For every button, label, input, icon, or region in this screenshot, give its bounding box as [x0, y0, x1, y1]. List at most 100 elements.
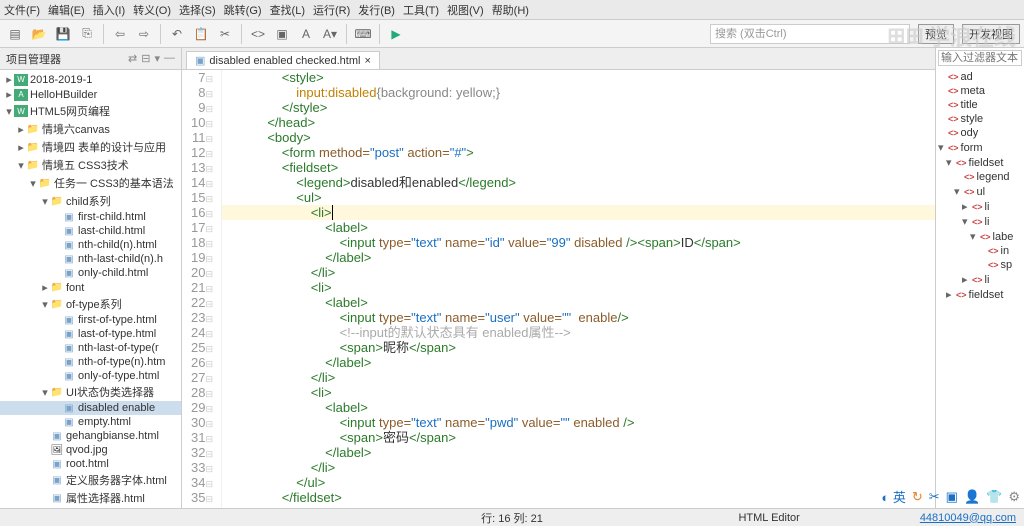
outline-item[interactable]: ▸<>li — [938, 199, 1022, 214]
tree-item[interactable]: ▾WHTML5网页编程 — [0, 102, 181, 120]
outline-item[interactable]: ▾<>li — [938, 214, 1022, 229]
shirt-icon[interactable]: 👕 — [986, 489, 1002, 505]
run-icon[interactable]: ▶ — [385, 23, 407, 45]
menu-item[interactable]: 视图(V) — [447, 2, 484, 18]
menu-item[interactable]: 跳转(G) — [224, 2, 262, 18]
outline-item[interactable]: ▾<>fieldset — [938, 155, 1022, 170]
ime-icon[interactable]: ◐ 英 — [881, 487, 905, 506]
tree-item[interactable]: ▣nth-of-type(n).htm — [0, 355, 181, 369]
tree-item[interactable]: ▸W2018-2019-1 — [0, 72, 181, 87]
menu-item[interactable]: 编辑(E) — [48, 2, 85, 18]
tree-item[interactable]: ▣nth-last-of-type(r — [0, 341, 181, 355]
tree-item[interactable]: ▸📁情境六canvas — [0, 120, 181, 138]
email-link[interactable]: 44810049@qq.com — [920, 512, 1016, 524]
img-icon[interactable]: ▣ — [271, 23, 293, 45]
menu-item[interactable]: 查找(L) — [270, 2, 305, 18]
outline-filter[interactable] — [938, 50, 1022, 66]
user-icon[interactable]: 👤 — [964, 489, 980, 505]
save-icon[interactable]: 💾 — [52, 23, 74, 45]
cut-tray-icon[interactable]: ✂ — [929, 489, 940, 505]
tree-item[interactable]: ▣伪对象选择器.html — [0, 507, 181, 508]
outline-item[interactable]: <>title — [938, 98, 1022, 112]
toolbar: ▤ 📂 💾 ⎘ ⇦ ⇨ ↶ 📋 ✂ <> ▣ A A▾ ⌨ ▶ 搜索 (双击Ct… — [0, 20, 1024, 48]
outline-item[interactable]: <>meta — [938, 84, 1022, 98]
menu-item[interactable]: 选择(S) — [179, 2, 216, 18]
collapse-icon[interactable]: ⊟ — [141, 52, 150, 65]
tag-icon[interactable]: <> — [247, 23, 269, 45]
editor-area: ▣ disabled enabled checked.html × 7⊟8⊟9⊟… — [182, 48, 936, 508]
outline-item[interactable]: ▸<>fieldset — [938, 287, 1022, 302]
tree-item[interactable]: ▣empty.html — [0, 415, 181, 429]
back-icon[interactable]: ⇦ — [109, 23, 131, 45]
menu-item[interactable]: 插入(I) — [93, 2, 125, 18]
tree-item[interactable]: ▣last-of-type.html — [0, 327, 181, 341]
tree-item[interactable]: ▾📁UI状态伪类选择器 — [0, 383, 181, 401]
file-icon: ▣ — [195, 54, 205, 67]
tree-item[interactable]: ▣nth-last-child(n).h — [0, 252, 181, 266]
tree-item[interactable]: ▣last-child.html — [0, 224, 181, 238]
cut-icon[interactable]: ✂ — [214, 23, 236, 45]
menu-item[interactable]: 转义(O) — [133, 2, 171, 18]
tree-item[interactable]: ▣disabled enable — [0, 401, 181, 415]
tree-item[interactable]: ▾📁任务一 CSS3的基本语法 — [0, 174, 181, 192]
tree-item[interactable]: ▣定义服务器字体.html — [0, 471, 181, 489]
tree-item[interactable]: ▣only-of-type.html — [0, 369, 181, 383]
keyboard-icon[interactable]: ⌨ — [352, 23, 374, 45]
sync-icon[interactable]: ↻ — [912, 489, 923, 505]
tree-item[interactable]: ▸AHelloHBuilder — [0, 87, 181, 102]
tree-item[interactable]: ▣root.html — [0, 457, 181, 471]
outline-item[interactable]: ▾<>form — [938, 140, 1022, 155]
editor-type: HTML Editor — [738, 512, 799, 524]
link-icon[interactable]: ⇄ — [128, 52, 137, 65]
tree-item[interactable]: ▣only-child.html — [0, 266, 181, 280]
outline-item[interactable]: ▾<>labe — [938, 229, 1022, 244]
menu-item[interactable]: 帮助(H) — [492, 2, 529, 18]
open-icon[interactable]: 📂 — [28, 23, 50, 45]
menubar: 文件(F) 编辑(E) 插入(I) 转义(O) 选择(S) 跳转(G) 查找(L) 运行(R)… — [0, 0, 1024, 20]
new-icon[interactable]: ▤ — [4, 23, 26, 45]
close-icon[interactable]: × — [364, 55, 370, 67]
tree-item[interactable]: 🖼qvod.jpg — [0, 443, 181, 457]
tree-item[interactable]: ▾📁child系列 — [0, 192, 181, 210]
outline-item[interactable]: <>in — [938, 244, 1022, 258]
outline-item[interactable]: <>ad — [938, 70, 1022, 84]
forward-icon[interactable]: ⇨ — [133, 23, 155, 45]
outline-tree[interactable]: <>ad<>meta<>title<>style<>ody▾<>form▾<>f… — [936, 68, 1024, 508]
outline-item[interactable]: <>legend — [938, 170, 1022, 184]
tree-item[interactable]: ▸📁情境四 表单的设计与应用 — [0, 138, 181, 156]
project-tree[interactable]: ▸W2018-2019-1▸AHelloHBuilder▾WHTML5网页编程▸… — [0, 70, 181, 508]
save-all-icon[interactable]: ⎘ — [76, 23, 98, 45]
min-icon[interactable]: — — [164, 52, 175, 65]
code-editor[interactable]: 7⊟8⊟9⊟10⊟11⊟12⊟13⊟14⊟15⊟16⊟17⊟18⊟19⊟20⊟2… — [182, 70, 935, 508]
text-icon[interactable]: A — [295, 23, 317, 45]
menu-item[interactable]: 文件(F) — [4, 2, 40, 18]
menu-icon[interactable]: ▾ — [154, 52, 160, 65]
outline-item[interactable]: <>ody — [938, 126, 1022, 140]
text2-icon[interactable]: A▾ — [319, 23, 341, 45]
preview-button[interactable]: 预览 — [918, 24, 954, 44]
editor-tab[interactable]: ▣ disabled enabled checked.html × — [186, 51, 380, 69]
tree-item[interactable]: ▣gehangbianse.html — [0, 429, 181, 443]
paste-icon[interactable]: 📋 — [190, 23, 212, 45]
statusbar: 行: 16 列: 21 HTML Editor 44810049@qq.com — [0, 508, 1024, 526]
project-panel: 项目管理器 ⇄ ⊟ ▾ — ▸W2018-2019-1▸AHelloHBuild… — [0, 48, 182, 508]
menu-item[interactable]: 发行(B) — [358, 2, 395, 18]
undo-icon[interactable]: ↶ — [166, 23, 188, 45]
menu-item[interactable]: 运行(R) — [313, 2, 350, 18]
menu-item[interactable]: 工具(T) — [403, 2, 439, 18]
tree-item[interactable]: ▾📁of-type系列 — [0, 295, 181, 313]
outline-item[interactable]: ▸<>li — [938, 272, 1022, 287]
tree-item[interactable]: ▣first-of-type.html — [0, 313, 181, 327]
tree-item[interactable]: ▣first-child.html — [0, 210, 181, 224]
tree-item[interactable]: ▸📁font — [0, 280, 181, 295]
search-input[interactable]: 搜索 (双击Ctrl) — [710, 24, 910, 44]
tree-item[interactable]: ▣nth-child(n).html — [0, 238, 181, 252]
outline-item[interactable]: <>sp — [938, 258, 1022, 272]
tool-icon[interactable]: ▣ — [946, 489, 958, 505]
tree-item[interactable]: ▾📁情境五 CSS3技术 — [0, 156, 181, 174]
tree-item[interactable]: ▣属性选择器.html — [0, 489, 181, 507]
gear-icon[interactable]: ⚙ — [1008, 489, 1020, 505]
outline-item[interactable]: <>style — [938, 112, 1022, 126]
outline-item[interactable]: ▾<>ul — [938, 184, 1022, 199]
devview-button[interactable]: 开发视图 — [962, 24, 1020, 44]
